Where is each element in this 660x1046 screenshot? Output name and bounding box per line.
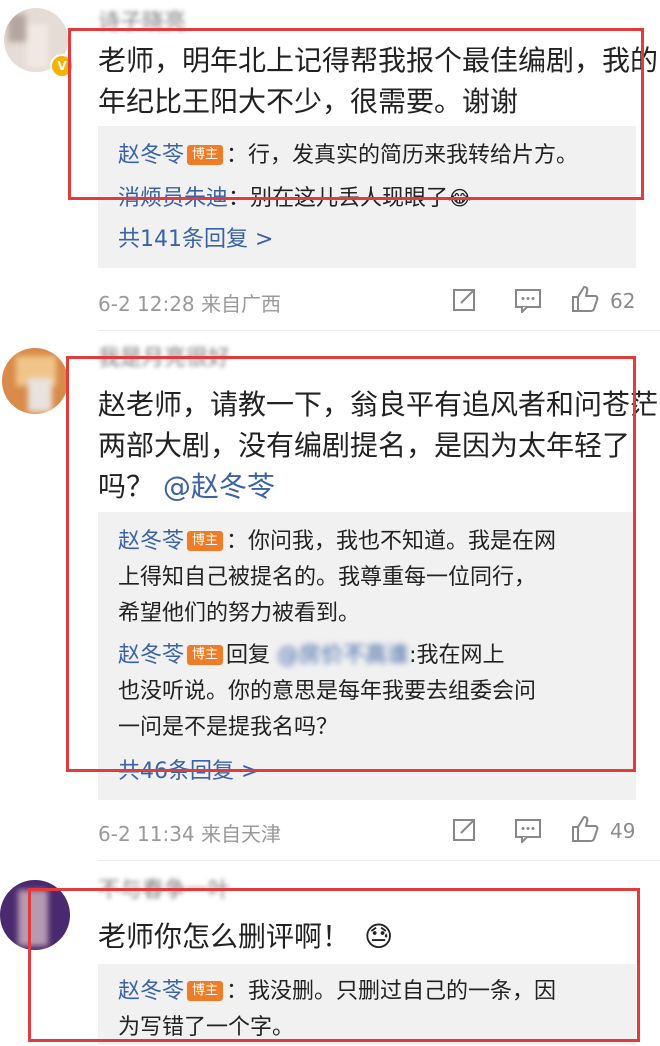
share-icon[interactable] <box>452 816 478 846</box>
comment-meta: 6-2 11:34 来自天津 <box>98 818 281 847</box>
like-count: 62 <box>610 289 636 313</box>
comment-meta: 6-2 12:28 来自广西 <box>98 288 281 317</box>
comment-date: 6-2 11:34 <box>98 822 195 846</box>
comment-date: 6-2 12:28 <box>98 292 195 316</box>
like-count: 49 <box>610 819 636 843</box>
divider <box>98 330 660 331</box>
comment-icon[interactable] <box>514 287 542 317</box>
like-icon[interactable] <box>570 814 600 848</box>
divider <box>98 860 660 861</box>
comment-source: 来自天津 <box>201 822 282 846</box>
highlight-box <box>28 888 640 1042</box>
comment-source: 来自广西 <box>201 292 282 316</box>
share-icon[interactable] <box>452 286 478 316</box>
avatar[interactable] <box>2 348 68 414</box>
more-replies-link[interactable]: 共141条回复 > <box>118 222 273 258</box>
highlight-box <box>68 28 644 200</box>
comment-icon[interactable] <box>514 817 542 847</box>
like-icon[interactable] <box>570 284 600 318</box>
highlight-box <box>66 356 636 772</box>
